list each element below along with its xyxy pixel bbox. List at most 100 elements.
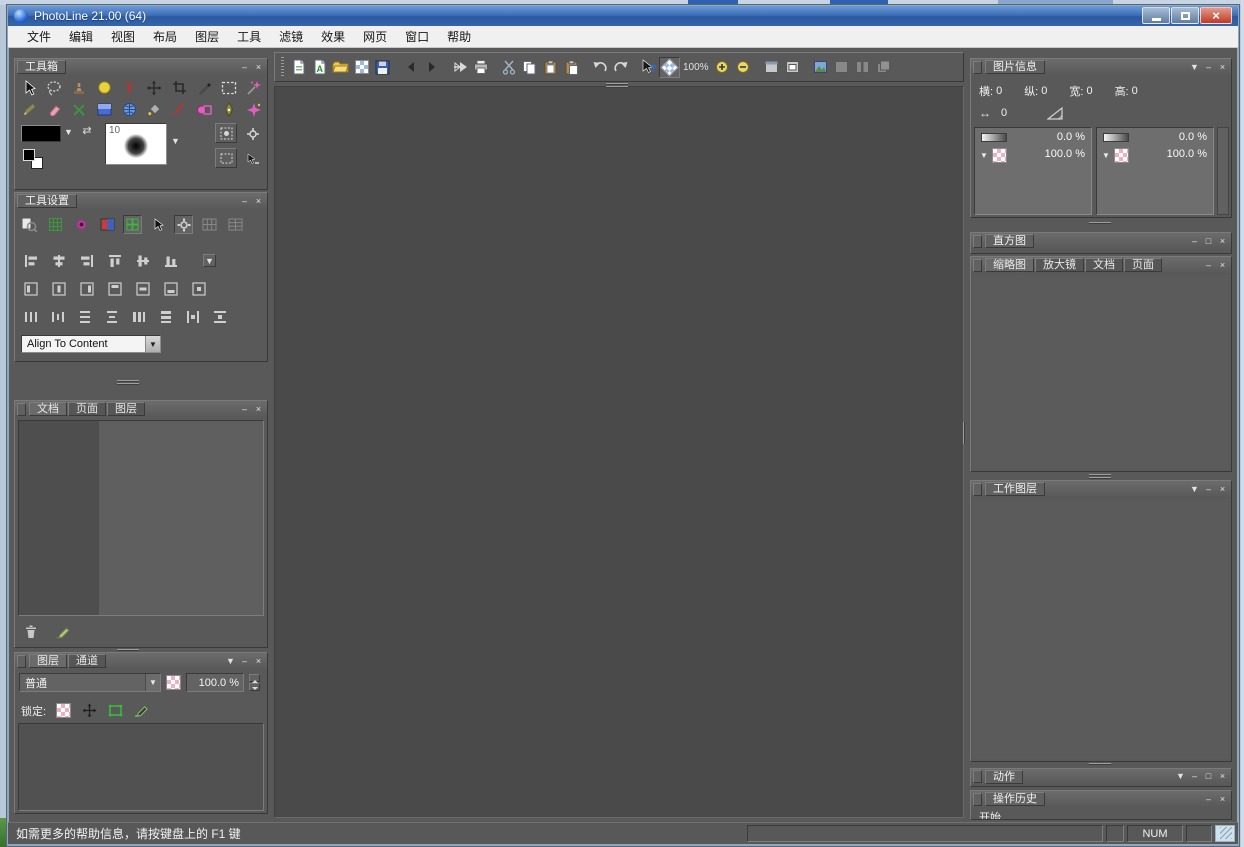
align-right-icon[interactable] [77, 251, 97, 270]
minimize-button[interactable] [1142, 7, 1170, 24]
blend-mode-dropdown[interactable]: 普通 ▼ [19, 673, 161, 692]
menu-web[interactable]: 网页 [354, 26, 396, 47]
tab-page[interactable]: 页面 [68, 402, 106, 416]
tab-magnifier[interactable]: 放大镜 [1035, 258, 1084, 272]
foreground-color-swatch[interactable] [21, 125, 61, 142]
window-fit-button[interactable] [782, 57, 803, 78]
menu-layout[interactable]: 布局 [144, 26, 186, 47]
info-scroll-strip[interactable] [1217, 127, 1229, 215]
titlebar[interactable]: PhotoLine 21.00 (64) [8, 6, 1238, 26]
grid-a-icon[interactable] [199, 215, 219, 234]
collapse-icon[interactable]: – [1202, 483, 1215, 496]
close-panel-icon[interactable]: × [252, 61, 265, 74]
menu-tools[interactable]: 工具 [228, 26, 270, 47]
collapse-icon[interactable]: – [1202, 61, 1215, 74]
tool-settings-header[interactable]: 工具设置 – × [15, 193, 267, 209]
mask-mode-button[interactable] [215, 123, 237, 143]
channel-box-right[interactable]: 0.0 % ▼ 100.0 % [1096, 127, 1214, 215]
panel-menu-icon[interactable]: ▼ [1188, 61, 1201, 74]
window-1to1-button[interactable] [761, 57, 782, 78]
menu-edit[interactable]: 编辑 [60, 26, 102, 47]
arrange-windows-button[interactable] [831, 57, 852, 78]
close-panel-icon[interactable]: × [252, 403, 265, 416]
tab-thumbnail[interactable]: 缩略图 [985, 258, 1034, 272]
menu-filter[interactable]: 滤镜 [270, 26, 312, 47]
align-in-center-both-icon[interactable] [189, 279, 209, 298]
tab-channels[interactable]: 通道 [68, 654, 106, 668]
panel-grip[interactable] [17, 403, 26, 416]
print-button[interactable] [470, 57, 491, 78]
menu-effects[interactable]: 效果 [312, 26, 354, 47]
toolbox-header[interactable]: 工具箱 – × [15, 59, 267, 75]
new-document-button[interactable] [288, 57, 309, 78]
browse-button[interactable] [351, 57, 372, 78]
brush-settings-icon[interactable] [243, 125, 263, 143]
toolbar-drag-handle[interactable] [281, 57, 284, 77]
equal-height-icon[interactable] [156, 307, 176, 326]
marquee-tool[interactable] [219, 78, 239, 97]
align-middle-horizontal-icon[interactable] [133, 251, 153, 270]
align-in-middle-icon[interactable] [133, 279, 153, 298]
history-header[interactable]: 操作历史 – × [971, 791, 1231, 807]
open-file-button[interactable] [330, 57, 351, 78]
maximize-button[interactable] [1171, 7, 1199, 24]
collapse-icon[interactable]: – [1202, 259, 1215, 272]
close-panel-icon[interactable]: × [1216, 483, 1229, 496]
copy-button[interactable] [519, 57, 540, 78]
chevron-down-icon[interactable]: ▼ [1102, 151, 1110, 160]
collapse-icon[interactable]: – [1188, 770, 1201, 783]
menu-view[interactable]: 视图 [102, 26, 144, 47]
layer-opacity-field[interactable]: 100.0 % [186, 673, 244, 692]
panel-grip[interactable] [973, 770, 982, 783]
image-mode-button[interactable] [810, 57, 831, 78]
colorpicker-tool[interactable] [94, 78, 114, 97]
auto-settings-button[interactable] [174, 215, 193, 234]
collapse-icon[interactable]: – [238, 403, 251, 416]
web-tool[interactable] [119, 100, 139, 119]
align-in-center-icon[interactable] [49, 279, 69, 298]
move-tool[interactable] [144, 78, 164, 97]
shape-tool[interactable] [194, 100, 214, 119]
image-option-icon[interactable] [97, 215, 117, 234]
work-layers-list[interactable] [973, 499, 1229, 759]
restore-icon[interactable]: □ [1202, 235, 1215, 248]
chevron-down-icon[interactable]: ▼ [980, 151, 988, 160]
step-up-icon[interactable] [249, 674, 260, 682]
cut-button[interactable] [498, 57, 519, 78]
menu-help[interactable]: 帮助 [438, 26, 480, 47]
curve-tool[interactable] [169, 100, 189, 119]
redo-button[interactable] [610, 57, 631, 78]
magicwand-tool[interactable] [244, 78, 264, 97]
zoom-in-button[interactable] [712, 57, 733, 78]
panel-grip[interactable] [973, 61, 982, 74]
preview-option-icon[interactable] [19, 215, 39, 234]
restore-icon[interactable]: □ [1202, 770, 1215, 783]
align-in-left-icon[interactable] [21, 279, 41, 298]
panel-grip[interactable] [973, 483, 982, 496]
pen-tool[interactable] [194, 78, 214, 97]
navigator-header[interactable]: 缩略图 放大镜 文档 页面 – × [971, 257, 1231, 273]
crop-tool[interactable] [169, 78, 189, 97]
lock-size-icon[interactable] [107, 701, 123, 720]
canvas-top-splitter[interactable] [606, 83, 628, 87]
equal-width-icon[interactable] [129, 307, 149, 326]
history-item[interactable]: 开始 [979, 809, 1001, 820]
zoom-out-button[interactable] [733, 57, 754, 78]
distribute-vertical-gap-icon[interactable] [102, 307, 122, 326]
layer-list[interactable] [18, 723, 264, 811]
quick-select-icon[interactable] [243, 150, 263, 168]
align-mode-dropdown[interactable]: Align To Content ▼ [21, 335, 161, 353]
paint-icon[interactable] [53, 622, 73, 641]
previous-image-button[interactable] [400, 57, 421, 78]
tab-document[interactable]: 文档 [29, 402, 67, 416]
select-tool[interactable] [19, 78, 39, 97]
channel-box-left[interactable]: 0.0 % ▼ 100.0 % [974, 127, 1092, 215]
context-help-button[interactable]: ? [638, 57, 659, 78]
panel-grip[interactable] [973, 259, 982, 272]
image-info-header[interactable]: 图片信息 ▼ – × [971, 59, 1231, 75]
tab-layer[interactable]: 图层 [107, 402, 145, 416]
zoom-tool-button[interactable] [659, 57, 680, 78]
new-from-template-button[interactable]: A [309, 57, 330, 78]
color-dropdown-icon[interactable]: ▼ [62, 126, 75, 139]
collapse-icon[interactable]: – [1202, 793, 1215, 806]
